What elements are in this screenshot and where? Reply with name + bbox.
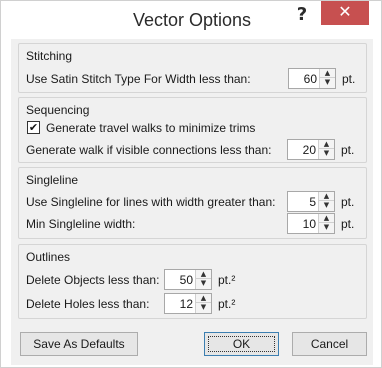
delete-objects-spinner[interactable]: ▲ ▼ [164, 269, 212, 290]
delete-holes-unit: pt.² [218, 297, 236, 311]
satin-width-label: Use Satin Stitch Type For Width less tha… [26, 72, 251, 86]
walk-connections-unit: pt. [341, 143, 355, 157]
save-as-defaults-label: Save As Defaults [33, 337, 125, 351]
singleline-group: Singleline Use Singleline for lines with… [18, 167, 367, 239]
spin-down-icon[interactable]: ▼ [196, 279, 211, 288]
close-icon: ✕ [338, 2, 352, 21]
delete-holes-label: Delete Holes less than: [26, 297, 150, 311]
spin-up-icon[interactable]: ▲ [319, 140, 334, 149]
delete-objects-label: Delete Objects less than: [26, 273, 160, 287]
satin-width-spinner[interactable]: ▲ ▼ [288, 68, 336, 89]
travel-walks-checkbox[interactable]: ✔ [27, 121, 40, 134]
cancel-button[interactable]: Cancel [292, 332, 367, 356]
delete-holes-spin-buttons[interactable]: ▲ ▼ [195, 294, 211, 313]
stitching-group: Stitching Use Satin Stitch Type For Widt… [18, 43, 367, 93]
singleline-min-label: Min Singleline width: [26, 217, 136, 231]
spin-down-icon[interactable]: ▼ [196, 303, 211, 312]
focus-rectangle [208, 336, 275, 352]
title-bar[interactable]: Vector Options ? ✕ [1, 1, 381, 39]
spin-up-icon[interactable]: ▲ [319, 214, 334, 223]
singleline-group-title: Singleline [26, 173, 79, 187]
singleline-greater-input[interactable] [288, 192, 319, 211]
delete-objects-input[interactable] [165, 270, 196, 289]
walk-connections-spinner[interactable]: ▲ ▼ [287, 139, 335, 160]
outlines-group-title: Outlines [26, 250, 71, 264]
travel-walks-label[interactable]: Generate travel walks to minimize trims [46, 121, 255, 135]
singleline-min-spinner[interactable]: ▲ ▼ [287, 213, 335, 234]
spin-down-icon[interactable]: ▼ [319, 149, 334, 158]
singleline-greater-label: Use Singleline for lines with width grea… [26, 195, 276, 209]
help-button[interactable]: ? [286, 3, 318, 29]
satin-width-spin-buttons[interactable]: ▲ ▼ [319, 69, 335, 88]
stitching-group-title: Stitching [26, 49, 73, 63]
delete-objects-unit: pt.² [218, 273, 236, 287]
delete-objects-spin-buttons[interactable]: ▲ ▼ [195, 270, 211, 289]
walk-connections-spin-buttons[interactable]: ▲ ▼ [318, 140, 334, 159]
satin-width-unit: pt. [342, 72, 356, 86]
save-as-defaults-button[interactable]: Save As Defaults [20, 332, 138, 356]
singleline-greater-unit: pt. [341, 195, 355, 209]
cancel-label: Cancel [310, 337, 349, 351]
spin-down-icon[interactable]: ▼ [319, 223, 334, 232]
checkmark-icon: ✔ [28, 121, 39, 134]
walk-connections-input[interactable] [288, 140, 319, 159]
close-button[interactable]: ✕ [321, 1, 369, 25]
singleline-greater-spin-buttons[interactable]: ▲ ▼ [318, 192, 334, 211]
vector-options-dialog: Vector Options ? ✕ Stitching Use Satin S… [0, 0, 382, 368]
walk-connections-label: Generate walk if visible connections les… [26, 143, 272, 157]
singleline-min-input[interactable] [288, 214, 319, 233]
spin-down-icon[interactable]: ▼ [320, 78, 335, 87]
spin-down-icon[interactable]: ▼ [319, 201, 334, 210]
satin-width-input[interactable] [289, 69, 320, 88]
dialog-client-area: Stitching Use Satin Stitch Type For Widt… [11, 39, 373, 365]
spin-up-icon[interactable]: ▲ [320, 69, 335, 78]
spin-up-icon[interactable]: ▲ [319, 192, 334, 201]
sequencing-group: Sequencing ✔ Generate travel walks to mi… [18, 97, 367, 163]
singleline-min-unit: pt. [341, 217, 355, 231]
ok-button[interactable]: OK [204, 332, 279, 356]
spin-up-icon[interactable]: ▲ [196, 294, 211, 303]
spin-up-icon[interactable]: ▲ [196, 270, 211, 279]
outlines-group: Outlines Delete Objects less than: ▲ ▼ p… [18, 244, 367, 319]
sequencing-group-title: Sequencing [26, 103, 90, 117]
delete-holes-input[interactable] [165, 294, 196, 313]
singleline-greater-spinner[interactable]: ▲ ▼ [287, 191, 335, 212]
singleline-min-spin-buttons[interactable]: ▲ ▼ [318, 214, 334, 233]
delete-holes-spinner[interactable]: ▲ ▼ [164, 293, 212, 314]
